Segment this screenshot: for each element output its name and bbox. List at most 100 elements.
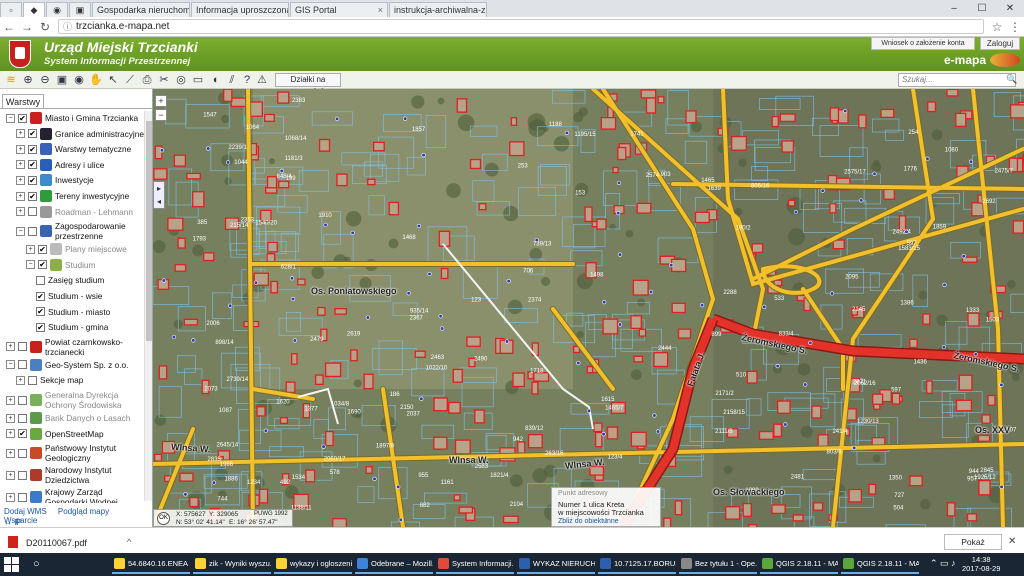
- close-tab-icon[interactable]: ×: [378, 5, 383, 15]
- other-link[interactable]: Inne: [605, 518, 619, 525]
- ip-link[interactable]: ↔ IP: [4, 518, 22, 527]
- comment-icon[interactable]: ◖: [208, 73, 222, 87]
- taskbar-app[interactable]: Odebrane – Mozill...: [355, 555, 433, 574]
- layer-item[interactable]: + Sekcje map: [16, 373, 144, 387]
- zoom-out-button[interactable]: −: [155, 109, 167, 121]
- expand-icon[interactable]: +: [6, 413, 15, 423]
- layer-checkbox[interactable]: [18, 470, 27, 480]
- login-button[interactable]: Zaloguj: [980, 37, 1020, 50]
- bookmark-star-icon[interactable]: ☆: [988, 20, 1006, 34]
- expand-icon[interactable]: +: [6, 492, 15, 502]
- browser-tab-active[interactable]: ◆: [23, 2, 45, 17]
- layer-item[interactable]: + Narodowy Instytut Dziedzictwa: [6, 464, 144, 486]
- browser-tab[interactable]: Informacja uproszczona×: [191, 2, 289, 17]
- show-all-button[interactable]: Pokaż wszystkie: [944, 534, 1002, 561]
- collapse-icon[interactable]: −: [6, 360, 15, 370]
- taskbar-app[interactable]: Bez tytułu 1 - Ope...: [679, 555, 757, 574]
- measure-area-icon[interactable]: ✂: [157, 73, 171, 87]
- panel-scrollbar[interactable]: [144, 111, 152, 501]
- warning-icon[interactable]: ⚠: [255, 73, 269, 87]
- expand-icon[interactable]: +: [6, 448, 15, 458]
- close-window-button[interactable]: ✕: [996, 0, 1024, 17]
- layer-item[interactable]: + Powiat czarnkowsko-trzcianecki: [6, 336, 144, 358]
- layer-item[interactable]: − Zagospodarowanie przestrzenne: [16, 220, 144, 242]
- layer-item[interactable]: − Geo-System Sp. z o.o.: [6, 358, 144, 372]
- layer-item[interactable]: + ✔ Warstwy tematyczne: [16, 142, 144, 156]
- layer-item[interactable]: + ✔ Plany miejscowe: [26, 242, 144, 256]
- collapse-icon[interactable]: −: [16, 226, 25, 236]
- layer-item[interactable]: + ✔ Inwestycje: [16, 173, 144, 187]
- layers-icon[interactable]: ≋: [4, 73, 18, 87]
- reload-icon[interactable]: ↻: [36, 20, 54, 34]
- taskbar-app[interactable]: QGIS 2.18.11 - MA...: [841, 555, 919, 574]
- tab-layers[interactable]: Warstwy: [2, 94, 44, 109]
- layer-item[interactable]: ✔ Studium - miasto: [36, 305, 144, 319]
- layer-item[interactable]: − ✔ Miasto i Gmina Trzcianka: [6, 111, 144, 125]
- info-tool-icon[interactable]: ✋: [89, 73, 103, 87]
- expand-icon[interactable]: +: [6, 470, 15, 480]
- layer-item[interactable]: + Krajowy Zarząd Gospodarki Wodnej: [6, 486, 144, 503]
- browser-tab[interactable]: ◉: [46, 2, 68, 17]
- layer-checkbox[interactable]: [28, 226, 37, 236]
- search-input[interactable]: Szukaj...: [898, 73, 1016, 87]
- layer-checkbox[interactable]: ✔: [28, 191, 37, 201]
- zoom-previous-icon[interactable]: ◉: [72, 73, 86, 87]
- select-arrow-icon[interactable]: ↖: [106, 73, 120, 87]
- browser-tab[interactable]: ▫: [0, 2, 22, 17]
- expand-icon[interactable]: +: [16, 375, 25, 385]
- layer-checkbox[interactable]: ✔: [18, 113, 27, 123]
- download-file[interactable]: D20110067.pdf: [26, 538, 87, 548]
- layer-checkbox[interactable]: ✔: [18, 429, 27, 439]
- expand-icon[interactable]: +: [16, 207, 25, 217]
- layer-item[interactable]: ✔ Studium - gmina: [36, 320, 144, 334]
- taskbar-app[interactable]: QGIS 2.18.11 - MA...: [760, 555, 838, 574]
- browser-tab[interactable]: ▣: [69, 2, 91, 17]
- taskbar-app[interactable]: 54.6840.16.ENEA s...: [112, 555, 190, 574]
- layer-item[interactable]: + Bank Danych o Lasach: [6, 411, 144, 425]
- layer-item[interactable]: + ✔ Adresy i ulice: [16, 158, 144, 172]
- expand-icon[interactable]: +: [6, 342, 15, 352]
- maximize-button[interactable]: ☐: [968, 0, 996, 17]
- expand-icon[interactable]: +: [16, 175, 25, 185]
- clock[interactable]: 14:38 2017-08-29: [962, 555, 1000, 573]
- layer-checkbox[interactable]: [18, 448, 27, 458]
- layer-item[interactable]: + Generalna Dyrekcja Ochrony Środowiska: [6, 389, 144, 411]
- expand-icon[interactable]: +: [16, 129, 25, 139]
- back-icon[interactable]: ←: [0, 20, 18, 34]
- ok-button[interactable]: OK: [157, 512, 170, 525]
- expand-icon[interactable]: +: [16, 191, 25, 201]
- taskbar-search-icon[interactable]: ○: [33, 558, 40, 570]
- search-icon[interactable]: 🔍: [1006, 74, 1017, 85]
- map-preview-link[interactable]: Podgląd mapy: [58, 507, 109, 516]
- layer-checkbox[interactable]: ✔: [36, 291, 45, 301]
- layer-checkbox[interactable]: [18, 342, 27, 352]
- minimize-button[interactable]: –: [940, 0, 968, 17]
- add-wms-link[interactable]: Dodaj WMS: [4, 507, 47, 516]
- layer-item[interactable]: − ✔ Studium: [26, 258, 144, 272]
- print-icon[interactable]: ⎙: [140, 73, 154, 87]
- zoom-in-button[interactable]: +: [155, 95, 167, 107]
- layer-item[interactable]: ✔ Studium - wsie: [36, 289, 144, 303]
- layer-item[interactable]: + Roadman - Lehmann: [16, 205, 144, 219]
- layer-checkbox[interactable]: [18, 395, 27, 405]
- collapse-icon[interactable]: −: [26, 260, 35, 270]
- help-icon[interactable]: ?: [240, 73, 254, 87]
- taskbar-app[interactable]: wykazy i ogloszenia: [274, 555, 352, 574]
- window-icon[interactable]: ▭: [191, 73, 205, 87]
- layer-checkbox[interactable]: ✔: [38, 244, 47, 254]
- collapse-panel-button[interactable]: ▸ ◂: [153, 181, 165, 209]
- taskbar-app[interactable]: 10.7125.17.BORUS...: [598, 555, 676, 574]
- collapse-icon[interactable]: −: [6, 113, 15, 123]
- windows-start-icon[interactable]: [4, 557, 19, 572]
- layer-item[interactable]: + ✔ Tereny inwestycyjne: [16, 189, 144, 203]
- expand-icon[interactable]: +: [16, 160, 25, 170]
- zoom-out-icon[interactable]: ⊖: [38, 73, 52, 87]
- browser-tab[interactable]: GIS Portal ×: [290, 2, 388, 17]
- layer-checkbox[interactable]: [18, 413, 27, 423]
- request-account-button[interactable]: Wniosek o założenie konta: [871, 37, 975, 50]
- scrollbar-thumb[interactable]: [146, 121, 152, 341]
- expand-icon[interactable]: +: [16, 144, 25, 154]
- measure-distance-icon[interactable]: ⟋: [123, 73, 137, 87]
- plots-for-sale-button[interactable]: Działki na sprzedaż: [275, 73, 341, 96]
- layer-checkbox[interactable]: ✔: [28, 129, 37, 139]
